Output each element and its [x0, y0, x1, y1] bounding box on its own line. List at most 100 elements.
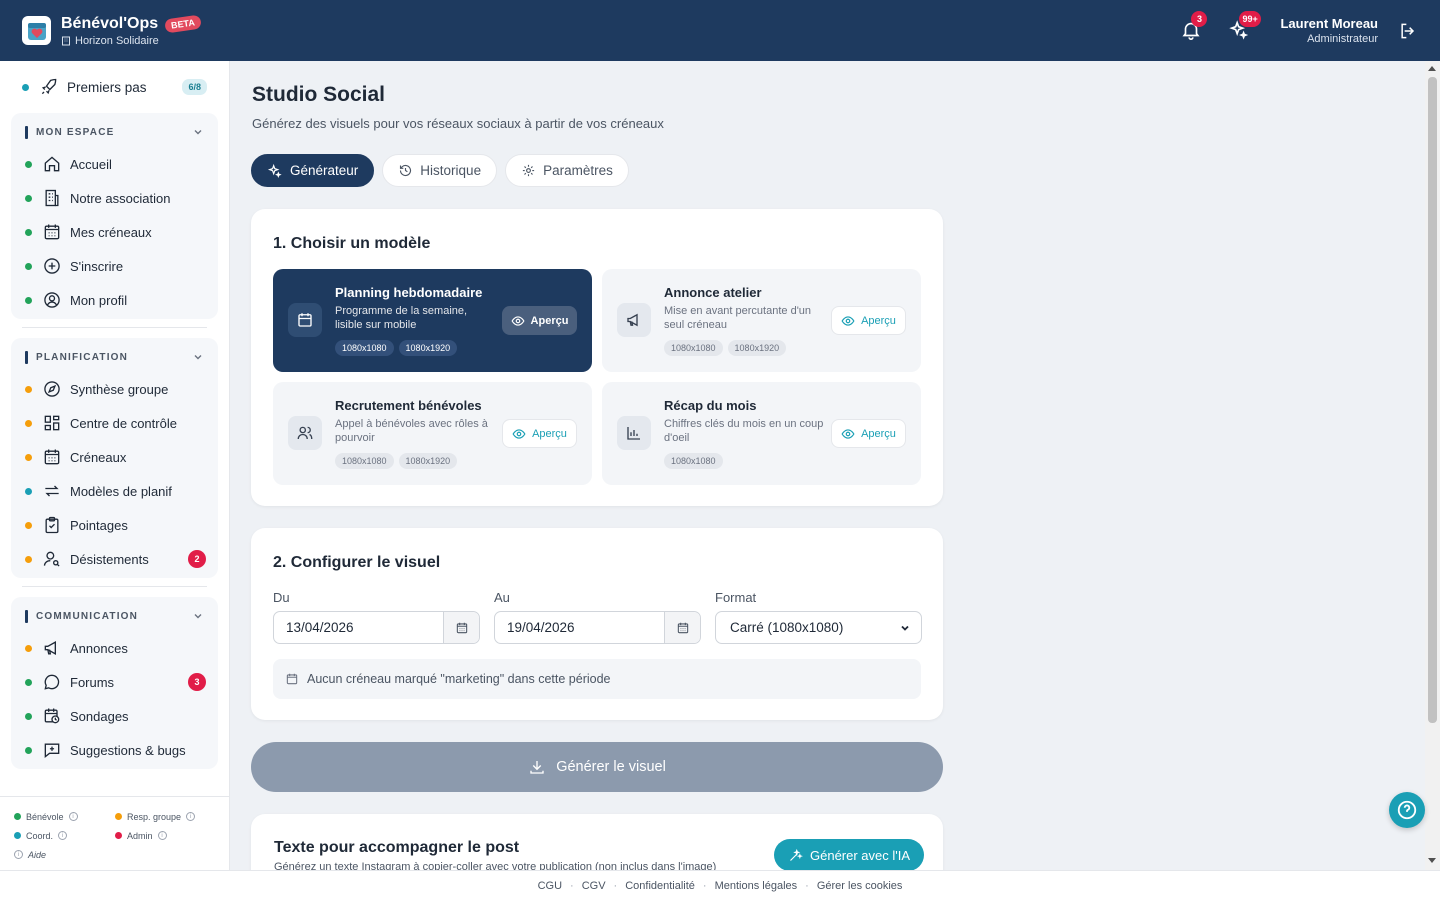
configure-card: 2. Configurer le visuel Du 13/04/2026 Au…: [251, 528, 943, 720]
preview-button[interactable]: Aperçu: [502, 419, 577, 448]
sidebar-item-forums[interactable]: Forums 3: [11, 665, 218, 699]
sidebar-item-desistements[interactable]: Désistements 2: [11, 542, 218, 576]
tab-generateur[interactable]: Générateur: [251, 154, 375, 187]
user-menu[interactable]: Laurent Moreau Administrateur: [1280, 16, 1378, 45]
footer-link-mentions[interactable]: Mentions légales: [715, 880, 798, 892]
notice-text: Aucun créneau marqué "marketing" dans ce…: [307, 672, 611, 686]
template-recap-mois[interactable]: Récap du mois Chiffres clés du mois en u…: [602, 382, 921, 485]
sparkles-icon: [267, 163, 282, 178]
repeat-icon: [45, 485, 59, 497]
footer-link-cgu[interactable]: CGU: [538, 880, 562, 892]
sidebar-item-centre-controle[interactable]: Centre de contrôle: [11, 406, 218, 440]
calendar-heart-icon: [27, 22, 46, 40]
magic-wand-icon: [790, 848, 803, 861]
help-button[interactable]: [1389, 792, 1425, 828]
sidebar-item-annonces[interactable]: Annonces: [11, 631, 218, 665]
tab-historique[interactable]: Historique: [382, 154, 498, 187]
sidebar-item-association[interactable]: Notre association: [11, 181, 218, 215]
rocket-icon: [41, 78, 57, 95]
sidebar-item-sinscrire[interactable]: S'inscrire: [11, 249, 218, 283]
info-icon[interactable]: i: [58, 831, 68, 840]
logout-button[interactable]: [1398, 21, 1418, 41]
home-icon: [44, 156, 60, 172]
calendar-icon: [456, 622, 467, 633]
tab-bar: Générateur Historique Paramètres: [251, 154, 629, 187]
tab-parametres[interactable]: Paramètres: [505, 154, 629, 187]
format-value: Carré (1080x1080): [730, 620, 844, 635]
template-planning-hebdo[interactable]: Planning hebdomadaire Programme de la se…: [273, 269, 592, 372]
from-date-picker-button[interactable]: [443, 612, 479, 643]
app-logo[interactable]: [22, 16, 51, 45]
notifications-button[interactable]: 3: [1180, 10, 1208, 43]
building-icon: [45, 189, 59, 207]
sidebar-item-sondages[interactable]: Sondages: [11, 699, 218, 733]
scroll-up-icon[interactable]: [1428, 66, 1436, 71]
nav-group-header[interactable]: MON ESPACE: [11, 117, 218, 147]
calendar-clock-icon: [44, 708, 60, 724]
info-icon[interactable]: i: [186, 812, 196, 821]
desistements-badge: 2: [188, 550, 206, 568]
preview-button[interactable]: Aperçu: [502, 306, 577, 335]
page-subtitle: Générez des visuels pour vos réseaux soc…: [252, 116, 664, 131]
sidebar-item-synthese-groupe[interactable]: Synthèse groupe: [11, 372, 218, 406]
sidebar-item-pointages[interactable]: Pointages: [11, 508, 218, 542]
template-name: Annonce atelier: [664, 285, 762, 300]
sidebar-item-suggestions[interactable]: Suggestions & bugs: [11, 733, 218, 767]
main-content: Studio Social Générez des visuels pour v…: [230, 61, 1425, 870]
eye-icon: [841, 315, 855, 326]
bar-chart-icon: [617, 416, 651, 450]
generate-label: Générer le visuel: [556, 759, 666, 775]
legend-resp-groupe: Resp. groupe: [127, 811, 182, 822]
format-select[interactable]: Carré (1080x1080): [715, 611, 922, 644]
sidebar-item-modeles-planif[interactable]: Modèles de planif: [11, 474, 218, 508]
preview-button[interactable]: Aperçu: [831, 419, 906, 448]
preview-button[interactable]: Aperçu: [831, 306, 906, 335]
gear-icon: [522, 164, 535, 177]
sidebar-item-label: Annonces: [70, 640, 128, 656]
from-date-input[interactable]: 13/04/2026: [273, 611, 480, 644]
template-name: Récap du mois: [664, 398, 757, 413]
scroll-thumb[interactable]: [1428, 77, 1437, 723]
sidebar-item-mes-creneaux[interactable]: Mes créneaux: [11, 215, 218, 249]
info-icon: i: [14, 850, 23, 859]
footer-link-cookies[interactable]: Gérer les cookies: [817, 880, 903, 892]
generate-ai-button[interactable]: Générer avec l'IA: [774, 839, 925, 870]
info-icon[interactable]: i: [157, 831, 167, 840]
template-name: Recrutement bénévoles: [335, 398, 482, 413]
megaphone-icon: [44, 641, 56, 655]
sidebar-item-label: Premiers pas: [67, 79, 147, 95]
sidebar-item-first-steps[interactable]: Premiers pas 6/8: [0, 61, 229, 113]
sidebar-item-mon-profil[interactable]: Mon profil: [11, 283, 218, 317]
step2-title: 2. Configurer le visuel: [273, 554, 441, 571]
ai-button-label: Générer avec l'IA: [810, 847, 911, 863]
activity-button[interactable]: 99+: [1228, 10, 1261, 43]
sidebar-item-label: Suggestions & bugs: [70, 742, 186, 758]
page-title: Studio Social: [252, 83, 386, 106]
legend-aide[interactable]: Aide: [28, 850, 46, 860]
main-scrollbar[interactable]: [1425, 61, 1440, 870]
sidebar-item-label: Modèles de planif: [70, 483, 172, 499]
scroll-down-icon[interactable]: [1428, 858, 1436, 863]
sidebar-item-creneaux[interactable]: Créneaux: [11, 440, 218, 474]
calendar-icon: [286, 673, 298, 685]
to-date-input[interactable]: 19/04/2026: [494, 611, 701, 644]
size-tag: 1080x1080: [664, 453, 723, 469]
size-tag: 1080x1920: [398, 340, 458, 356]
info-icon[interactable]: i: [68, 812, 78, 821]
nav-group-header[interactable]: PLANIFICATION: [11, 342, 218, 372]
sidebar-item-label: Désistements: [70, 551, 149, 567]
footer-link-confidentialite[interactable]: Confidentialité: [625, 880, 695, 892]
nav-group-header[interactable]: COMMUNICATION: [11, 601, 218, 631]
template-recrutement[interactable]: Recrutement bénévoles Appel à bénévoles …: [273, 382, 592, 485]
sidebar-item-label: Accueil: [70, 156, 112, 172]
plus-circle-icon: [44, 258, 60, 274]
beta-badge: BETA: [164, 14, 202, 33]
sidebar-item-accueil[interactable]: Accueil: [11, 147, 218, 181]
footer-link-cgv[interactable]: CGV: [582, 880, 606, 892]
generate-visual-button[interactable]: Générer le visuel: [251, 742, 943, 792]
to-date-picker-button[interactable]: [664, 612, 700, 643]
top-bar: Bénévol'Ops BETA Horizon Solidaire 3 99+…: [0, 0, 1440, 61]
template-annonce-atelier[interactable]: Annonce atelier Mise en avant percutante…: [602, 269, 921, 372]
calendar-icon: [44, 224, 60, 240]
calendar-icon: [44, 449, 60, 465]
